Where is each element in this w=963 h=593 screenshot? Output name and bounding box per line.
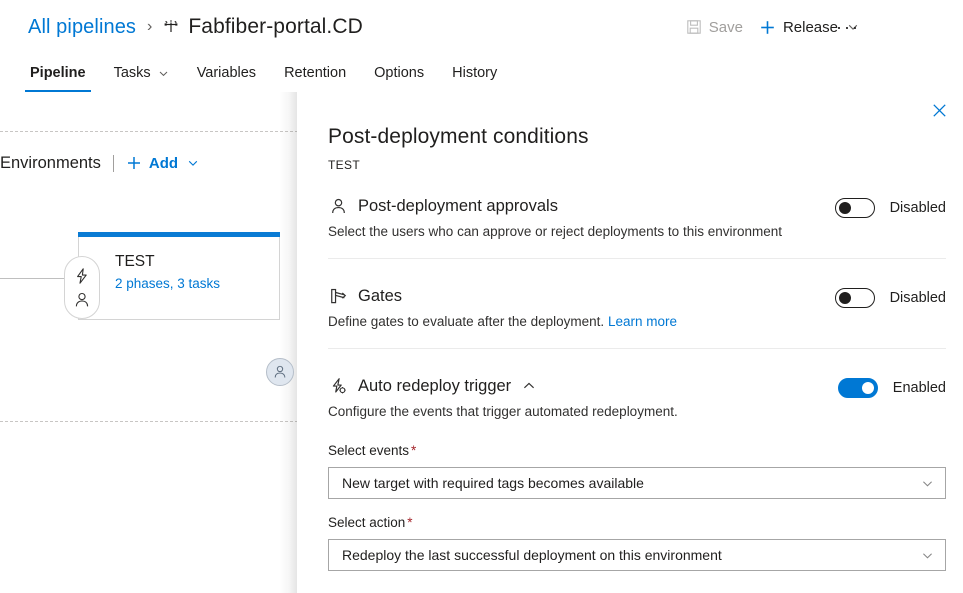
environment-name: TEST [115,253,220,271]
person-icon[interactable] [73,291,91,309]
environment-card-body: TEST 2 phases, 3 tasks [115,253,220,291]
required-marker: * [407,515,412,530]
panel-header: Post-deployment conditions TEST [328,125,589,172]
environments-header: Environments Add [0,150,199,176]
ellipsis-icon: ··· [836,17,860,38]
select-action-value: Redeploy the last successful deployment … [342,547,722,563]
tab-bar: Pipeline Tasks Variables Retention Optio… [22,54,517,90]
select-action-label: Select action* [328,515,946,530]
post-deployment-approvals-toggle-label: Disabled [890,200,946,216]
chevron-down-icon[interactable] [187,157,199,169]
post-deployment-approvals-toggle[interactable] [835,198,875,218]
save-label: Save [709,19,743,36]
toggle-knob [862,382,874,394]
environment-phases-tasks-link[interactable]: 2 phases, 3 tasks [115,276,220,291]
section-description-text: Define gates to evaluate after the deplo… [328,314,604,329]
section-divider [328,258,946,259]
close-icon [932,103,947,123]
add-environment-label: Add [149,155,178,172]
environments-label: Environments [0,154,101,173]
tab-options-label: Options [374,65,424,81]
select-events-dropdown[interactable]: New target with required tags becomes av… [328,467,946,499]
chevron-up-icon[interactable] [522,379,536,393]
section-title: Gates [358,287,402,306]
select-events-label: Select events* [328,443,946,458]
environment-card-test[interactable]: TEST 2 phases, 3 tasks [78,237,280,320]
tab-variables-label: Variables [197,65,256,81]
tab-history-label: History [452,65,497,81]
plus-icon [126,155,142,171]
section-description: Select the users who can approve or reje… [328,224,782,239]
panel-title: Post-deployment conditions [328,125,589,149]
auto-redeploy-trigger-toggle-label: Enabled [893,380,946,396]
panel-subtitle: TEST [328,158,589,172]
section-title: Post-deployment approvals [358,197,558,216]
tab-retention-label: Retention [284,65,346,81]
select-action-label-text: Select action [328,515,405,530]
release-label: Release [783,19,838,36]
tab-pipeline[interactable]: Pipeline [22,56,94,90]
tab-options[interactable]: Options [366,56,432,90]
person-icon [272,364,288,380]
section-description: Configure the events that trigger automa… [328,404,678,419]
tab-tasks-label: Tasks [114,65,151,81]
tab-retention[interactable]: Retention [276,56,354,90]
required-marker: * [411,443,416,458]
section-title: Auto redeploy trigger [358,377,511,396]
chevron-down-icon[interactable] [158,68,169,79]
gates-toggle-group: Disabled [835,286,946,308]
select-action-dropdown[interactable]: Redeploy the last successful deployment … [328,539,946,571]
page-title: Fabfiber-portal.CD [188,15,363,39]
breadcrumb-separator: › [147,19,152,35]
close-panel-button[interactable] [924,98,954,128]
section-divider [328,348,946,349]
lightning-icon[interactable] [73,267,91,285]
gates-toggle-label: Disabled [890,290,946,306]
plus-icon [759,19,776,36]
section-gates: Gates Define gates to evaluate after the… [328,286,946,329]
tab-tasks[interactable]: Tasks [106,56,177,90]
tab-history[interactable]: History [444,56,505,90]
save-icon [686,19,702,35]
post-deployment-conditions-panel: Post-deployment conditions TEST Post-dep… [297,88,963,593]
tab-variables[interactable]: Variables [189,56,264,90]
auto-redeploy-trigger-toggle-group: Enabled [838,376,946,398]
more-actions-button[interactable]: ··· [833,12,863,42]
section-description: Define gates to evaluate after the deplo… [328,314,677,329]
field-select-action: Select action* Redeploy the last success… [328,515,946,571]
breadcrumb: All pipelines › Fabfiber-portal.CD [28,10,363,44]
release-pipeline-editor: All pipelines › Fabfiber-portal.CD [0,0,963,593]
lightning-gear-icon [328,376,348,396]
select-events-label-text: Select events [328,443,409,458]
vertical-divider [113,155,114,172]
gates-toggle[interactable] [835,288,875,308]
section-auto-redeploy-trigger: Auto redeploy trigger Configure the even… [328,376,946,419]
pre-deployment-conditions-pill [64,256,100,319]
field-select-events: Select events* New target with required … [328,443,946,499]
toggle-knob [839,202,851,214]
person-icon [328,196,348,216]
add-environment-button[interactable]: Add [126,155,199,172]
tab-pipeline-label: Pipeline [30,65,86,81]
post-deployment-conditions-badge[interactable] [266,358,294,386]
select-events-value: New target with required tags becomes av… [342,475,644,491]
toggle-knob [839,292,851,304]
gate-icon [328,286,348,306]
save-button[interactable]: Save [678,12,751,42]
chevron-down-icon [921,549,934,562]
chevron-down-icon [921,477,934,490]
breadcrumb-all-pipelines-link[interactable]: All pipelines [28,16,136,39]
auto-redeploy-trigger-toggle[interactable] [838,378,878,398]
pipeline-icon [161,17,181,37]
gates-learn-more-link[interactable]: Learn more [608,314,677,329]
section-post-deployment-approvals: Post-deployment approvals Select the use… [328,196,946,239]
post-deployment-approvals-toggle-group: Disabled [835,196,946,218]
